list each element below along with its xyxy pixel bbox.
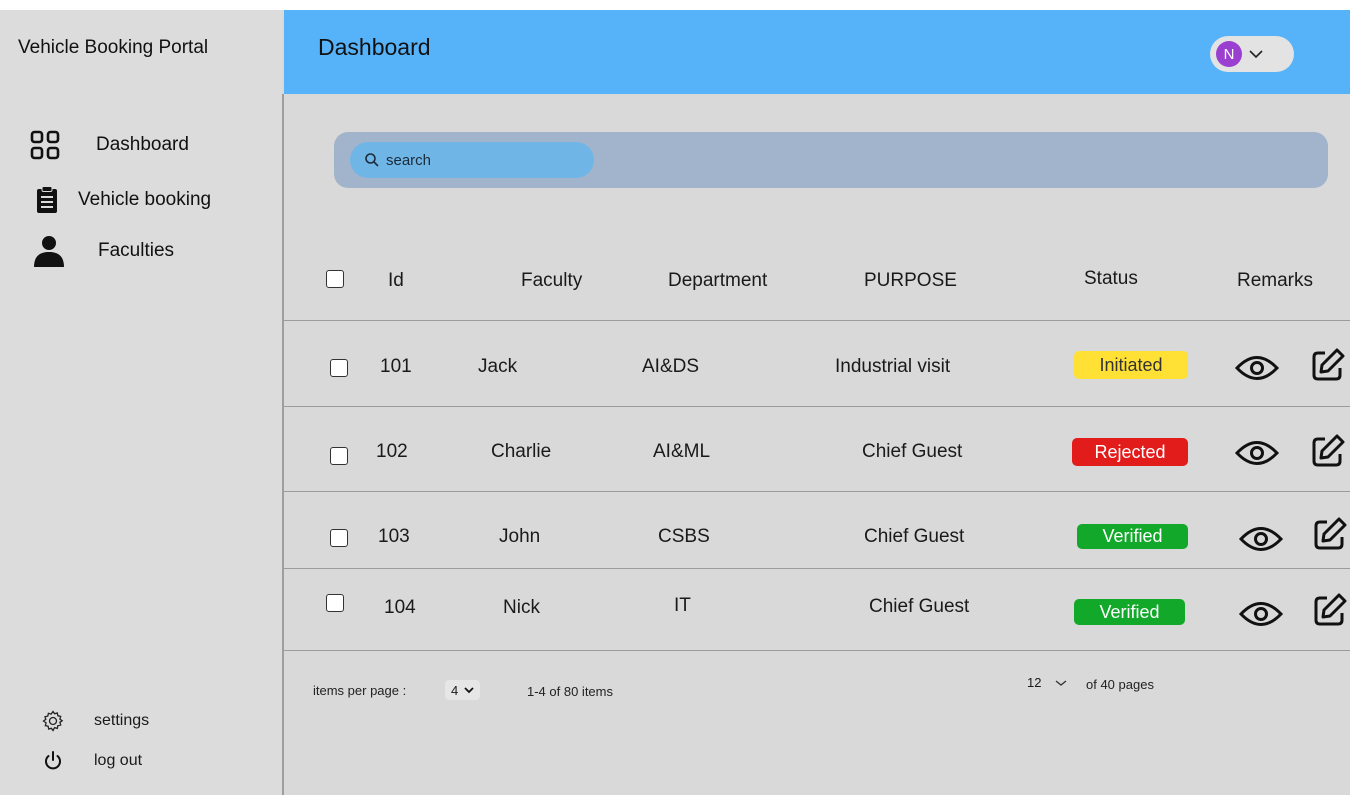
select-all-checkbox[interactable]	[326, 270, 344, 288]
edit-icon	[1312, 348, 1345, 381]
cell-id: 101	[380, 356, 412, 377]
row-divider	[284, 650, 1350, 651]
search-input[interactable]: search	[350, 142, 594, 178]
total-pages-text: of 40 pages	[1086, 677, 1154, 692]
cell-faculty: John	[499, 526, 541, 547]
row-divider	[284, 320, 1350, 321]
column-header-faculty[interactable]: Faculty	[521, 270, 582, 292]
user-menu-button[interactable]: N	[1210, 36, 1294, 72]
edit-button[interactable]	[1312, 592, 1348, 628]
chevron-down-icon	[1055, 679, 1067, 687]
cell-department: CSBS	[658, 526, 710, 547]
search-bar: search	[334, 132, 1328, 188]
eye-icon	[1234, 441, 1280, 465]
page-number-select[interactable]: 12	[1027, 675, 1067, 690]
gear-icon	[40, 708, 66, 734]
cell-department: IT	[674, 595, 691, 616]
item-range-text: 1-4 of 80 items	[527, 684, 613, 699]
eye-icon	[1234, 356, 1280, 380]
settings-link[interactable]: settings	[40, 708, 149, 734]
cell-id: 103	[378, 526, 410, 547]
eye-icon	[1238, 602, 1284, 626]
clipboard-icon	[30, 183, 64, 217]
edit-button[interactable]	[1310, 433, 1346, 469]
user-icon	[32, 234, 66, 268]
sidebar-item-label: Vehicle booking	[78, 189, 212, 210]
cell-faculty: Charlie	[491, 441, 552, 462]
edit-icon	[1314, 593, 1347, 626]
cell-id: 102	[376, 441, 408, 462]
row-divider	[284, 568, 1350, 569]
sidebar-item-faculties[interactable]: Faculties	[32, 234, 174, 268]
current-page: 12	[1027, 675, 1042, 690]
power-icon	[40, 748, 66, 774]
avatar: N	[1216, 41, 1242, 67]
sidebar-item-label: Dashboard	[96, 134, 189, 155]
search-placeholder: search	[386, 151, 432, 169]
column-header-department[interactable]: Department	[668, 270, 767, 292]
items-per-page-label: items per page :	[313, 683, 407, 698]
cell-department: AI&DS	[642, 356, 700, 377]
cell-purpose: Chief Guest	[869, 596, 970, 617]
sidebar-divider	[282, 94, 284, 795]
grid-icon	[28, 128, 62, 162]
row-checkbox[interactable]	[330, 447, 348, 465]
column-header-remarks[interactable]: Remarks	[1237, 270, 1313, 292]
sidebar-item-dashboard[interactable]: Dashboard	[28, 128, 189, 162]
sidebar-item-vehicle-booking[interactable]: Vehicle booking	[30, 183, 211, 217]
cell-department: AI&ML	[653, 441, 711, 462]
cell-id: 104	[384, 597, 416, 618]
view-button[interactable]	[1234, 438, 1280, 468]
cell-purpose: Industrial visit	[835, 356, 951, 377]
column-header-id[interactable]: Id	[388, 270, 404, 292]
eye-icon	[1238, 527, 1284, 551]
cell-purpose: Chief Guest	[864, 526, 965, 547]
search-icon	[364, 152, 380, 168]
status-badge: Verified	[1077, 524, 1188, 549]
chevron-down-icon	[1248, 48, 1264, 60]
view-button[interactable]	[1238, 599, 1284, 629]
status-badge: Verified	[1074, 599, 1185, 625]
sidebar: Vehicle Booking Portal Dashboard Vehicle…	[0, 10, 282, 795]
cell-purpose: Chief Guest	[862, 441, 963, 462]
column-header-purpose[interactable]: PURPOSE	[864, 270, 957, 292]
page-title: Dashboard	[318, 34, 431, 60]
view-button[interactable]	[1238, 524, 1284, 554]
row-checkbox[interactable]	[326, 594, 344, 612]
edit-button[interactable]	[1312, 516, 1348, 552]
app-title: Vehicle Booking Portal	[18, 37, 209, 58]
row-divider	[284, 406, 1350, 407]
edit-icon	[1312, 434, 1345, 467]
row-checkbox[interactable]	[330, 359, 348, 377]
items-per-page-select[interactable]: 4	[445, 680, 481, 700]
logout-label: log out	[94, 752, 143, 769]
items-per-page-value: 4	[451, 682, 459, 698]
app-window: Vehicle Booking Portal Dashboard Vehicle…	[0, 10, 1350, 795]
chevron-down-icon	[464, 686, 474, 694]
cell-faculty: Nick	[503, 597, 540, 618]
edit-button[interactable]	[1310, 347, 1346, 383]
column-header-status[interactable]: Status	[1084, 268, 1138, 290]
logout-link[interactable]: log out	[40, 748, 142, 774]
sidebar-item-label: Faculties	[98, 240, 175, 261]
view-button[interactable]	[1234, 353, 1280, 383]
settings-label: settings	[94, 712, 150, 729]
status-badge: Initiated	[1074, 351, 1188, 379]
status-badge: Rejected	[1072, 438, 1188, 466]
edit-icon	[1314, 517, 1347, 550]
top-header: Dashboard N	[284, 10, 1350, 94]
cell-faculty: Jack	[478, 356, 518, 377]
row-checkbox[interactable]	[330, 529, 348, 547]
row-divider	[284, 491, 1350, 492]
